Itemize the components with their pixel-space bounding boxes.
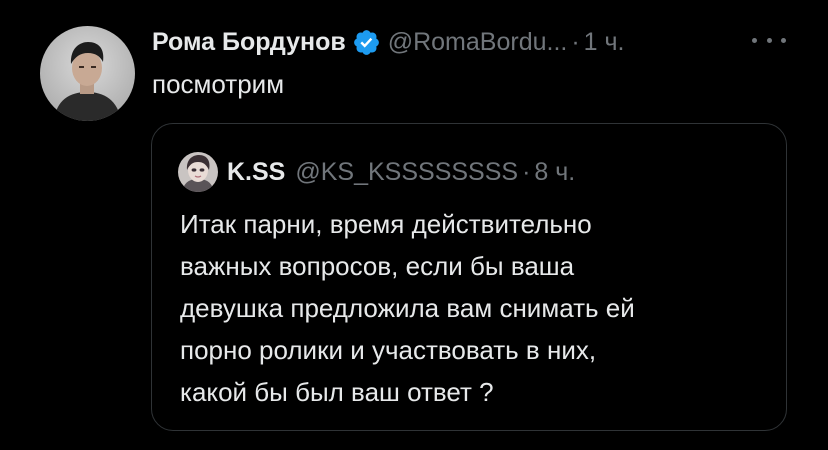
separator-dot: · xyxy=(571,27,580,56)
tweet-header: Рома Бордунов @RomaBordu... · 1 ч. xyxy=(152,24,625,60)
quoted-text-line: какой бы был ваш ответ ? xyxy=(180,377,494,407)
author-name[interactable]: Рома Бордунов xyxy=(152,28,346,57)
tweet-text: посмотрим xyxy=(152,69,285,99)
quoted-separator-dot: · xyxy=(522,157,531,186)
quoted-author-avatar xyxy=(178,152,218,192)
quoted-tweet[interactable]: K.SS @KS_KSSSSSSSS · 8 ч. Итак парни, вр… xyxy=(151,123,787,431)
quoted-author-name: K.SS xyxy=(227,157,286,186)
quoted-text-line: Итак парни, время действительно xyxy=(180,209,592,239)
tweet-timestamp[interactable]: 1 ч. xyxy=(584,28,625,57)
verified-badge-icon xyxy=(352,28,381,57)
quoted-tweet-header: K.SS @KS_KSSSSSSSS · 8 ч. xyxy=(178,152,575,192)
quoted-author-handle: @KS_KSSSSSSSS xyxy=(295,157,519,186)
author-avatar[interactable] xyxy=(40,26,135,121)
quoted-text-line: важных вопросов, если бы ваша xyxy=(180,251,575,281)
quoted-tweet-timestamp: 8 ч. xyxy=(534,157,576,186)
quoted-text-line: порно ролики и участвовать в них, xyxy=(180,335,597,365)
quoted-tweet-text: Итак парни, время действительно важных в… xyxy=(180,203,635,413)
tweet[interactable]: Рома Бордунов @RomaBordu... · 1 ч. посмо… xyxy=(0,0,828,450)
more-options-icon[interactable] xyxy=(752,28,786,52)
quoted-text-line: девушка предложила вам снимать ей xyxy=(180,293,635,323)
author-handle[interactable]: @RomaBordu... xyxy=(388,28,568,57)
